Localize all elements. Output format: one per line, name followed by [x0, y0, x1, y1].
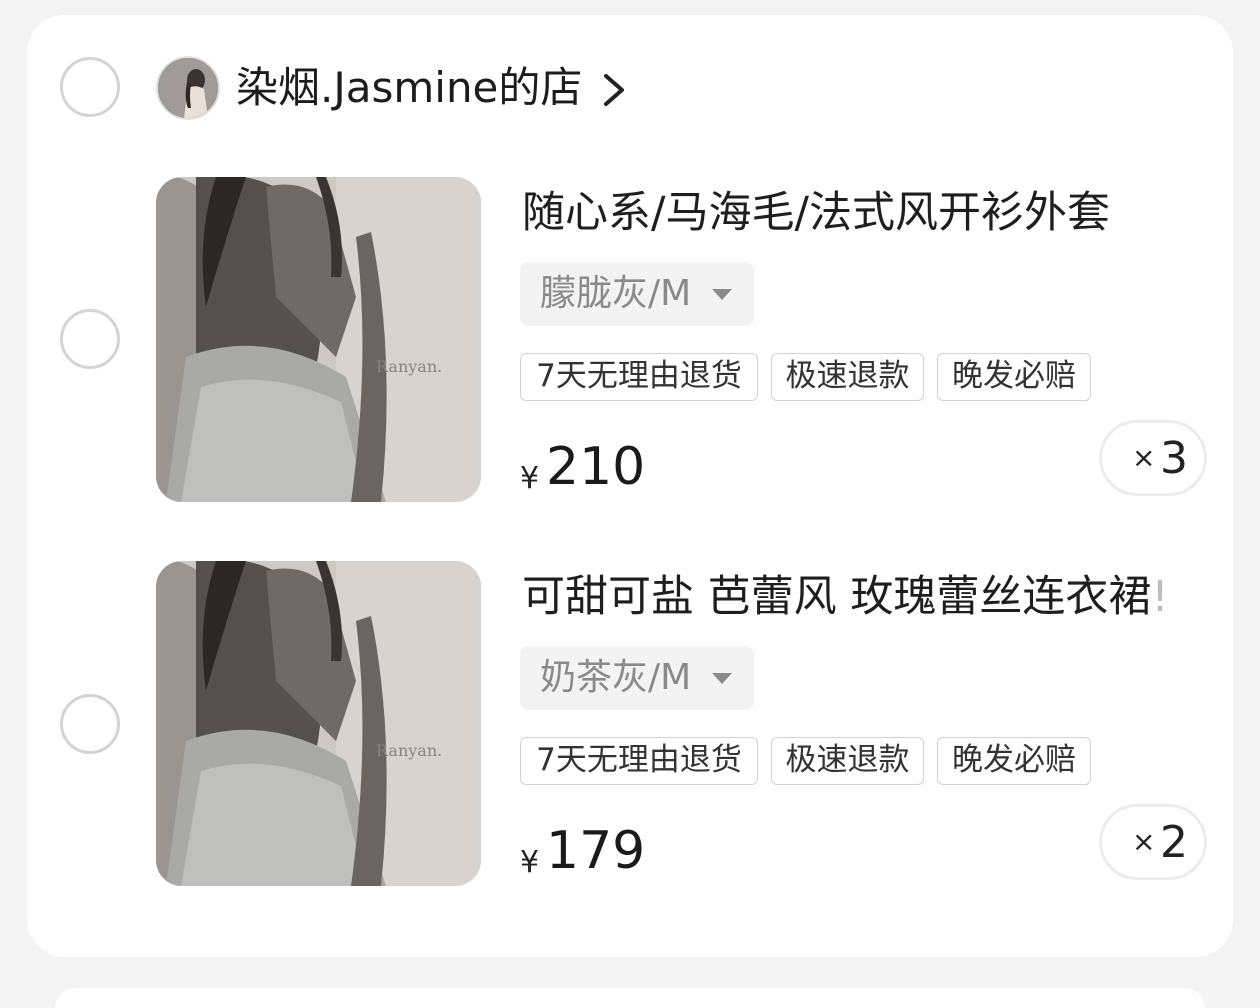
- product-thumbnail[interactable]: Ranyan.: [156, 561, 481, 886]
- sku-selector[interactable]: 朦胧灰/M: [520, 262, 754, 326]
- store-name[interactable]: 染烟.Jasmine的店: [236, 60, 582, 116]
- currency-symbol: ¥: [520, 461, 540, 496]
- sku-selector[interactable]: 奶茶灰/M: [520, 646, 754, 710]
- item-select-radio[interactable]: [60, 309, 120, 369]
- sku-label: 朦胧灰/M: [540, 273, 692, 314]
- service-tag: 极速退款: [771, 353, 924, 401]
- product-title[interactable]: 可甜可盐 芭蕾风 玫瑰蕾丝连衣裙!: [522, 567, 1202, 627]
- quantity-value: 2: [1160, 817, 1188, 868]
- product-image: [156, 561, 481, 886]
- currency-symbol: ¥: [520, 845, 540, 880]
- caret-down-icon: [712, 673, 732, 684]
- image-watermark: Ranyan.: [376, 357, 443, 376]
- times-icon: ×: [1132, 825, 1156, 858]
- service-tag: 极速退款: [771, 737, 924, 785]
- item-select-radio[interactable]: [60, 694, 120, 754]
- product-title[interactable]: 随心系/马海毛/法式风开衫外套: [522, 183, 1202, 243]
- price-amount: 210: [546, 437, 646, 497]
- product-image: [156, 177, 481, 502]
- next-store-card: [55, 988, 1205, 1008]
- chevron-right-icon[interactable]: [598, 70, 634, 110]
- quantity-stepper[interactable]: × 2: [1099, 804, 1207, 880]
- product-thumbnail[interactable]: Ranyan.: [156, 177, 481, 502]
- service-tag: 7天无理由退货: [520, 353, 758, 401]
- quantity-stepper[interactable]: × 3: [1099, 420, 1207, 496]
- times-icon: ×: [1132, 441, 1156, 474]
- price-amount: 179: [546, 821, 646, 881]
- sku-label: 奶茶灰/M: [540, 657, 692, 698]
- image-watermark: Ranyan.: [376, 741, 443, 760]
- service-tag: 晚发必赔: [937, 353, 1091, 401]
- service-tag: 晚发必赔: [937, 737, 1091, 785]
- service-tag: 7天无理由退货: [520, 737, 758, 785]
- caret-down-icon: [712, 289, 732, 300]
- store-select-radio[interactable]: [60, 57, 120, 117]
- store-avatar[interactable]: [156, 56, 220, 120]
- quantity-value: 3: [1160, 433, 1188, 484]
